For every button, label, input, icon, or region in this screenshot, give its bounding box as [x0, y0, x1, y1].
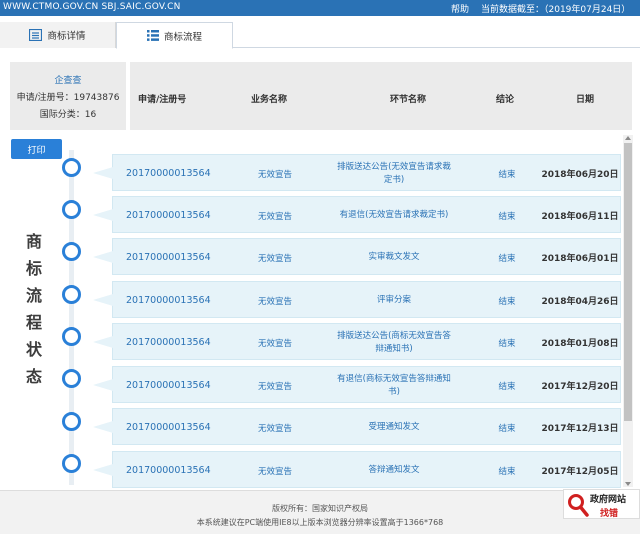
tab-trademark-process[interactable]: 商标流程: [116, 22, 233, 49]
application-number[interactable]: 20170000013564: [117, 409, 217, 446]
result: 结束: [498, 338, 516, 349]
copyright-text: 版权所有：国家知识产权局: [272, 504, 368, 513]
tab-bar: 商标详情 商标流程: [0, 22, 640, 49]
process-row: 20170000013564 无效宣告 有退信(无效宣告请求裁定书) 结束 20…: [93, 196, 621, 234]
scroll-down-arrow-icon[interactable]: [625, 482, 631, 486]
timeline-node: [62, 158, 81, 177]
process-row: 20170000013564 无效宣告 有退信(商标无效宣告答辩通知书) 结束 …: [93, 366, 621, 404]
badge-title: 政府网站: [590, 495, 627, 505]
application-number[interactable]: 20170000013564: [117, 239, 217, 276]
column-header-business: 业务名称: [251, 95, 288, 105]
application-number[interactable]: 20170000013564: [117, 282, 217, 319]
step-name: 受理通知发文: [368, 422, 420, 432]
browser-notice: 本系统建议在PC端使用IE8以上版本浏览器分辨率设置高于1366*768: [196, 518, 444, 527]
magnifier-icon: [568, 494, 589, 517]
scroll-up-arrow-icon[interactable]: [625, 136, 631, 140]
step-name: 排版送达公告(商标无效宣告答辩通知书): [337, 330, 451, 354]
result: 结束: [498, 466, 516, 477]
trademark-info-box: 企查查 申请/注册号：19743876 国际分类：16: [10, 62, 126, 130]
table-header: 申请/注册号 业务名称 环节名称 结论 日期: [130, 62, 632, 130]
application-number[interactable]: 20170000013564: [117, 367, 217, 404]
registration-number: 申请/注册号：19743876: [16, 93, 120, 103]
page-footer: 版权所有：国家知识产权局 本系统建议在PC端使用IE8以上版本浏览器分辨率设置高…: [0, 490, 640, 534]
business-name: 无效宣告: [257, 466, 292, 477]
business-name: 无效宣告: [257, 253, 292, 264]
column-header-date: 日期: [576, 95, 595, 105]
date: 2018年06月01日: [541, 254, 619, 264]
gov-site-error-report-badge[interactable]: 政府网站 找错: [563, 489, 640, 519]
result: 结束: [498, 423, 516, 434]
process-status-title: 商 标 流 程 状 态: [25, 232, 42, 386]
business-name: 无效宣告: [257, 211, 292, 222]
result: 结束: [498, 253, 516, 264]
step-name: 排版送达公告(无效宣告请求裁定书): [337, 161, 451, 185]
print-button[interactable]: 打印: [11, 139, 62, 159]
process-row: 20170000013564 无效宣告 实审裁文发文 结束 2018年06月01…: [93, 238, 621, 276]
timeline-node: [62, 242, 81, 261]
date: 2018年06月20日: [541, 170, 619, 180]
application-number[interactable]: 20170000013564: [117, 452, 217, 489]
date: 2017年12月20日: [541, 382, 619, 392]
timeline-node: [62, 369, 81, 388]
result: 结束: [498, 296, 516, 307]
date: 2018年04月26日: [541, 297, 619, 307]
column-header-number: 申请/注册号: [138, 95, 187, 105]
step-name: 有退信(无效宣告请求裁定书): [339, 210, 449, 220]
step-name: 实审裁文发文: [368, 252, 420, 262]
step-name: 评审分案: [376, 295, 411, 305]
business-name: 无效宣告: [257, 381, 292, 392]
timeline-node: [62, 200, 81, 219]
top-bar: WWW.CTMO.GOV.CN SBJ.SAIC.GOV.CN 帮助 当前数据截…: [0, 0, 640, 16]
help-link[interactable]: 帮助: [451, 2, 469, 15]
process-row: 20170000013564 无效宣告 排版送达公告(商标无效宣告答辩通知书) …: [93, 323, 621, 361]
application-number[interactable]: 20170000013564: [117, 197, 217, 234]
step-name: 答辩通知发文: [368, 465, 420, 475]
result: 结束: [498, 381, 516, 392]
date: 2018年06月11日: [541, 212, 619, 222]
tab-label: 商标详情: [47, 31, 86, 42]
result: 结束: [498, 169, 516, 180]
timeline-node: [62, 454, 81, 473]
date: 2018年01月08日: [541, 339, 619, 349]
date: 2017年12月05日: [541, 467, 619, 477]
data-date: 当前数据截至：（2019年07月24日）: [481, 5, 631, 15]
tab-label: 商标流程: [163, 31, 202, 43]
date: 2017年12月13日: [541, 424, 619, 434]
timeline-node: [62, 412, 81, 431]
list-icon: [146, 30, 159, 41]
business-name: 无效宣告: [257, 169, 292, 180]
business-name: 无效宣告: [257, 423, 292, 434]
process-row: 20170000013564 无效宣告 排版送达公告(无效宣告请求裁定书) 结束…: [93, 154, 621, 192]
timeline-node: [62, 285, 81, 304]
international-class: 国际分类：16: [39, 110, 97, 120]
process-row: 20170000013564 无效宣告 评审分案 结束 2018年04月26日: [93, 281, 621, 319]
timeline-node: [62, 327, 81, 346]
scrollbar-thumb[interactable]: [624, 143, 632, 421]
result: 结束: [498, 211, 516, 222]
application-number[interactable]: 20170000013564: [117, 324, 217, 361]
process-row: 20170000013564 无效宣告 受理通知发文 结束 2017年12月13…: [93, 408, 621, 446]
site-domains[interactable]: WWW.CTMO.GOV.CN SBJ.SAIC.GOV.CN: [3, 2, 181, 12]
tab-trademark-details[interactable]: 商标详情: [0, 22, 116, 48]
step-name: 有退信(商标无效宣告答辩通知书): [337, 373, 451, 397]
column-header-step: 环节名称: [390, 95, 427, 105]
badge-find-error: 找错: [600, 509, 619, 519]
application-number[interactable]: 20170000013564: [117, 155, 217, 192]
business-name: 无效宣告: [257, 296, 292, 307]
qichacha-label: 企查查: [54, 76, 82, 86]
process-row: 20170000013564 无效宣告 答辩通知发文 结束 2017年12月05…: [93, 451, 621, 489]
vertical-scrollbar[interactable]: [623, 135, 633, 487]
column-header-result: 结论: [496, 95, 515, 105]
business-name: 无效宣告: [257, 338, 292, 349]
document-icon: [29, 29, 43, 41]
